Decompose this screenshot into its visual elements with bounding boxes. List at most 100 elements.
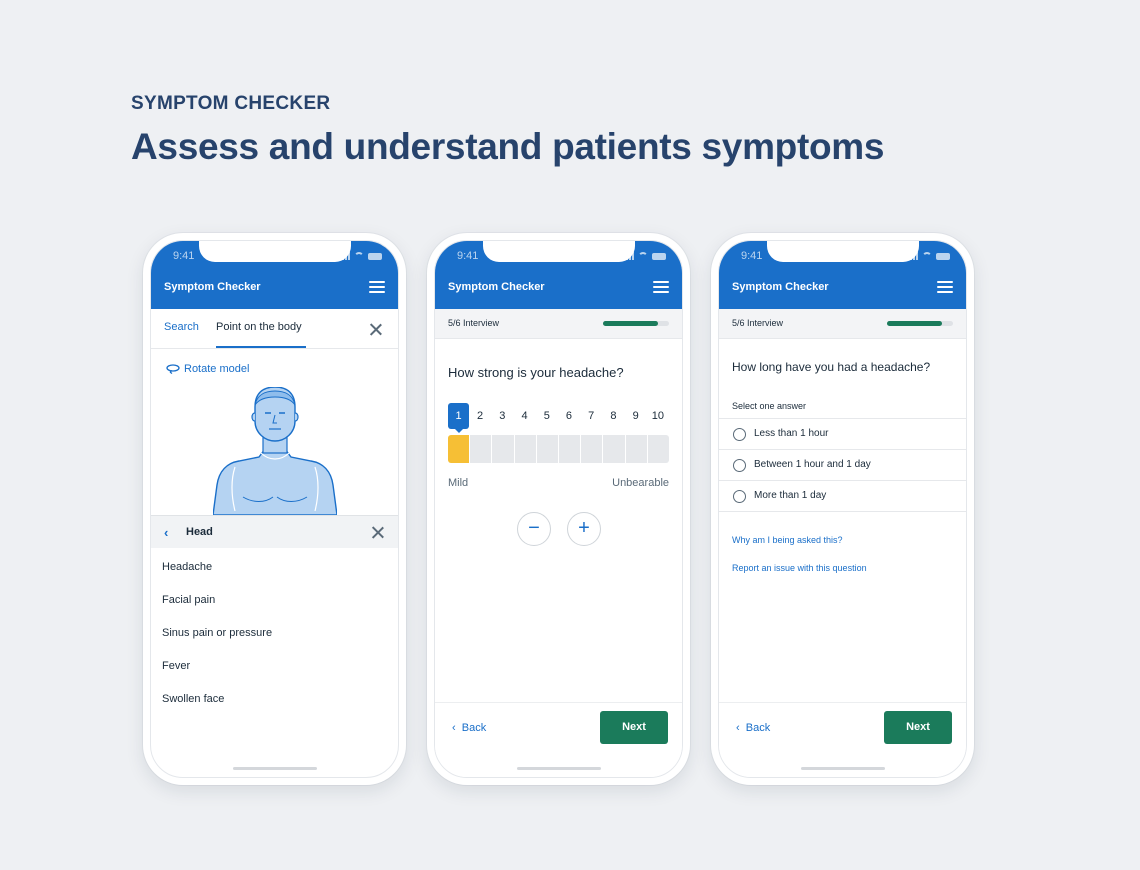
back-button[interactable]: ‹ Back: [452, 722, 486, 734]
status-time: 9:41: [457, 250, 479, 262]
severity-scale-bar[interactable]: [448, 435, 670, 463]
signal-icon: [339, 252, 350, 260]
rotate-model-button[interactable]: Rotate model: [166, 363, 249, 375]
bottom-nav: ‹ Back Next: [435, 702, 682, 777]
answer-label: Less than 1 hour: [754, 428, 829, 439]
progress-fill: [603, 321, 658, 326]
scale-segment[interactable]: [647, 435, 670, 463]
list-item[interactable]: Sinus pain or pressure: [162, 623, 272, 656]
progress-label: 5/6 Interview: [448, 318, 500, 328]
phone-duration-question: 9:41 Symptom Checker 5/6 Interview How l…: [711, 233, 974, 785]
progress-fill: [887, 321, 942, 326]
status-icons: [907, 252, 950, 260]
rotate-icon: [166, 364, 180, 374]
answer-label: Between 1 hour and 1 day: [754, 459, 871, 470]
report-issue-link[interactable]: Report an issue with this question: [732, 563, 867, 573]
hamburger-icon[interactable]: [937, 281, 953, 293]
interview-progress: 5/6 Interview: [719, 309, 966, 339]
tab-point-on-body[interactable]: Point on the body: [216, 321, 302, 333]
scale-segment[interactable]: [625, 435, 647, 463]
scale-segment[interactable]: [470, 435, 492, 463]
scale-number[interactable]: 2: [469, 403, 491, 429]
hamburger-icon[interactable]: [653, 281, 669, 293]
battery-icon: [652, 253, 666, 260]
answer-label: More than 1 day: [754, 490, 827, 501]
radio-button[interactable]: [733, 490, 746, 503]
list-item[interactable]: Facial pain: [162, 590, 272, 623]
next-button[interactable]: Next: [884, 711, 952, 744]
scale-number[interactable]: 7: [580, 403, 602, 429]
next-button[interactable]: Next: [600, 711, 668, 744]
battery-icon: [368, 253, 382, 260]
app-bar: 9:41 Symptom Checker: [151, 241, 398, 309]
bottom-nav: ‹ Back Next: [719, 702, 966, 777]
scale-segment[interactable]: [603, 435, 625, 463]
home-indicator: [516, 767, 601, 770]
active-tab-indicator: [216, 346, 306, 348]
wifi-icon: [354, 252, 364, 260]
scale-segment[interactable]: [581, 435, 603, 463]
signal-icon: [907, 252, 918, 260]
scale-number[interactable]: 8: [602, 403, 624, 429]
back-label: Back: [461, 722, 487, 734]
scale-segment[interactable]: [514, 435, 536, 463]
body-model-illustration[interactable]: [213, 387, 337, 515]
app-bar: 9:41 Symptom Checker: [719, 241, 966, 309]
wifi-icon: [922, 252, 932, 260]
list-item[interactable]: Fever: [162, 656, 272, 689]
hamburger-icon[interactable]: [369, 281, 385, 293]
app-title: Symptom Checker: [732, 281, 829, 293]
signal-icon: [623, 252, 634, 260]
select-hint: Select one answer: [732, 401, 807, 411]
app-bar: 9:41 Symptom Checker: [435, 241, 682, 309]
back-button[interactable]: ‹ Back: [736, 722, 770, 734]
rotate-model-label: Rotate model: [184, 363, 250, 375]
app-title: Symptom Checker: [448, 281, 545, 293]
radio-button[interactable]: [733, 459, 746, 472]
question-text: How long have you had a headache?: [732, 360, 931, 374]
scale-number[interactable]: 9: [625, 403, 647, 429]
close-icon[interactable]: [372, 526, 384, 538]
scale-number[interactable]: 3: [491, 403, 513, 429]
close-icon[interactable]: [370, 323, 382, 335]
answer-option[interactable]: Between 1 hour and 1 day: [719, 450, 966, 481]
app-title: Symptom Checker: [164, 281, 261, 293]
progress-bar: [887, 321, 953, 326]
scale-segment[interactable]: [448, 435, 470, 463]
region-header: ‹ Head: [151, 515, 398, 548]
scale-min-label: Mild: [448, 477, 469, 489]
phone-notch: [482, 241, 635, 262]
chevron-left-icon: ‹: [452, 722, 462, 734]
radio-button[interactable]: [733, 428, 746, 441]
home-indicator: [800, 767, 885, 770]
increase-button[interactable]: +: [567, 512, 601, 546]
scale-segment[interactable]: [492, 435, 514, 463]
question-text: How strong is your headache?: [448, 365, 624, 380]
tab-search[interactable]: Search: [164, 321, 199, 333]
chevron-left-icon: ‹: [736, 722, 746, 734]
status-icons: [623, 252, 666, 260]
symptom-list: Headache Facial pain Sinus pain or press…: [162, 557, 272, 722]
list-item[interactable]: Swollen face: [162, 689, 272, 722]
scale-segment[interactable]: [559, 435, 581, 463]
progress-bar: [603, 321, 669, 326]
battery-icon: [936, 253, 950, 260]
why-asked-link[interactable]: Why am I being asked this?: [732, 535, 843, 545]
scale-number[interactable]: 4: [513, 403, 535, 429]
interview-progress: 5/6 Interview: [435, 309, 682, 339]
chevron-left-icon[interactable]: ‹: [164, 525, 168, 540]
scale-number[interactable]: 1: [448, 403, 469, 433]
answer-option[interactable]: Less than 1 hour: [719, 419, 966, 450]
answer-option[interactable]: More than 1 day: [719, 481, 966, 512]
phone-body-selector: 9:41 Symptom Checker Search Point on the…: [143, 233, 406, 785]
phone-screen: 9:41 Symptom Checker Search Point on the…: [150, 240, 399, 778]
home-indicator: [232, 767, 317, 770]
scale-segment[interactable]: [536, 435, 559, 463]
back-label: Back: [745, 722, 771, 734]
scale-number[interactable]: 10: [647, 403, 669, 429]
answer-options: Less than 1 hour Between 1 hour and 1 da…: [719, 418, 966, 512]
decrease-button[interactable]: −: [517, 512, 551, 546]
list-item[interactable]: Headache: [162, 557, 272, 590]
scale-number[interactable]: 5: [536, 403, 558, 429]
scale-number[interactable]: 6: [558, 403, 580, 429]
